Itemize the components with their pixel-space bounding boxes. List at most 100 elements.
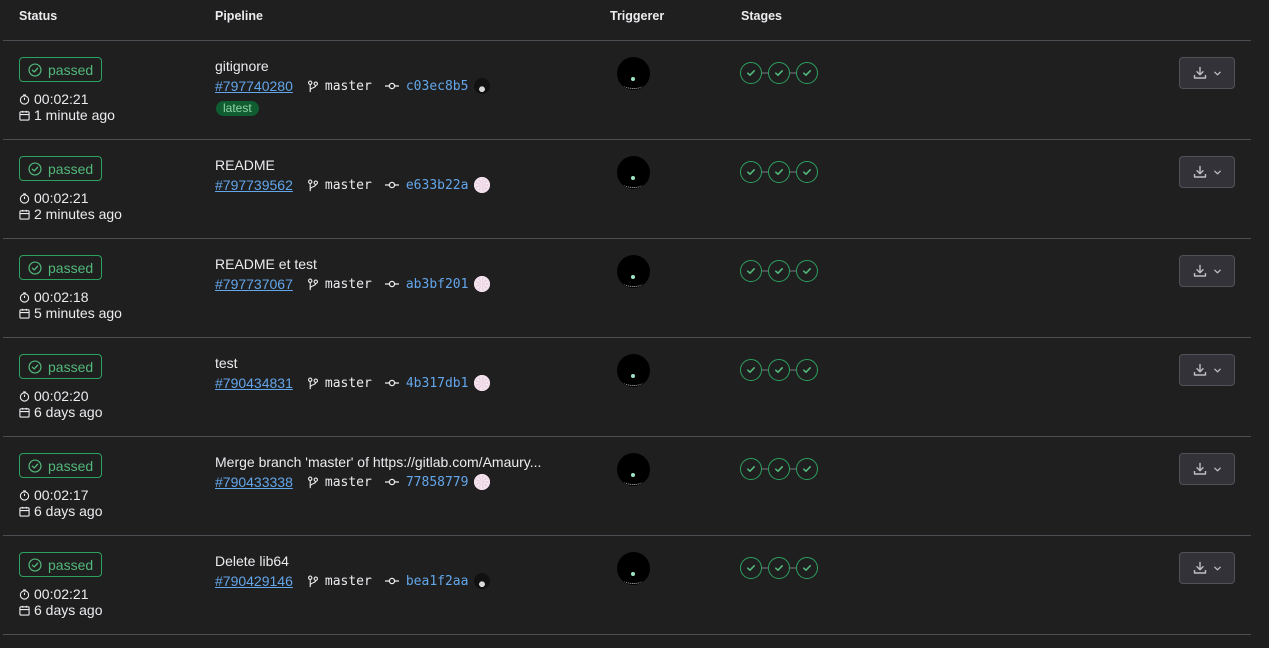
- stage-passed-icon[interactable]: [768, 557, 790, 579]
- triggerer-avatar[interactable]: [617, 552, 650, 585]
- finished-at: 6 days ago: [19, 503, 103, 519]
- calendar-icon: [19, 308, 30, 319]
- commit-title[interactable]: test: [215, 355, 238, 371]
- stage-passed-icon[interactable]: [740, 557, 762, 579]
- pipeline-id-link[interactable]: #790433338: [215, 474, 293, 490]
- commit-author-avatar[interactable]: [474, 573, 491, 589]
- pipeline-id-link[interactable]: #790429146: [215, 573, 293, 589]
- commit-sha-link[interactable]: 4b317db1: [406, 376, 469, 391]
- stage-passed-icon[interactable]: [796, 260, 818, 282]
- duration: 00:02:18: [19, 289, 89, 305]
- branch-icon: [307, 377, 318, 389]
- timer-icon: [19, 489, 30, 501]
- duration: 00:02:20: [19, 388, 89, 404]
- stage-passed-icon[interactable]: [768, 62, 790, 84]
- download-artifacts-button[interactable]: [1179, 552, 1235, 584]
- stage-passed-icon[interactable]: [768, 359, 790, 381]
- pipeline-id-link[interactable]: #790434831: [215, 375, 293, 391]
- stage-passed-icon[interactable]: [740, 260, 762, 282]
- duration-value: 00:02:20: [34, 388, 89, 404]
- branch-name[interactable]: master: [325, 475, 372, 490]
- download-icon: [1193, 165, 1206, 178]
- triggerer-avatar[interactable]: [617, 57, 650, 90]
- commit-icon: [384, 379, 399, 387]
- status-badge[interactable]: passed: [19, 255, 102, 280]
- commit-author-avatar[interactable]: [474, 177, 491, 193]
- commit-sha-link[interactable]: c03ec8b5: [406, 79, 469, 94]
- branch-name[interactable]: master: [325, 277, 372, 292]
- branch-name[interactable]: master: [325, 178, 372, 193]
- finished-at: 2 minutes ago: [19, 206, 122, 222]
- status-label: passed: [48, 259, 94, 276]
- commit-author-avatar[interactable]: [474, 474, 491, 490]
- pipeline-info: #790434831 master 4b317db1: [215, 375, 491, 391]
- stage-passed-icon[interactable]: [768, 161, 790, 183]
- commit-title[interactable]: README: [215, 157, 275, 173]
- branch-name[interactable]: master: [325, 79, 372, 94]
- download-artifacts-button[interactable]: [1179, 255, 1235, 287]
- branch-icon: [307, 278, 318, 290]
- triggerer-avatar[interactable]: [617, 255, 650, 288]
- status-badge[interactable]: passed: [19, 57, 102, 82]
- download-artifacts-button[interactable]: [1179, 354, 1235, 386]
- commit-icon: [384, 181, 399, 189]
- commit-sha-link[interactable]: 77858779: [406, 475, 469, 490]
- branch-icon: [307, 575, 318, 587]
- commit-sha-link[interactable]: e633b22a: [406, 178, 469, 193]
- branch-name[interactable]: master: [325, 376, 372, 391]
- commit-author-avatar[interactable]: [474, 78, 491, 94]
- stages-mini-graph: [740, 161, 818, 183]
- duration-value: 00:02:18: [34, 289, 89, 305]
- triggerer-avatar[interactable]: [617, 453, 650, 486]
- commit-title[interactable]: gitignore: [215, 58, 269, 74]
- finished-value: 6 days ago: [34, 404, 103, 420]
- status-badge[interactable]: passed: [19, 156, 102, 181]
- pipeline-id-link[interactable]: #797739562: [215, 177, 293, 193]
- status-badge[interactable]: passed: [19, 453, 102, 478]
- commit-title[interactable]: Merge branch 'master' of https://gitlab.…: [215, 454, 541, 470]
- stage-passed-icon[interactable]: [768, 458, 790, 480]
- stage-passed-icon[interactable]: [740, 458, 762, 480]
- commit-title[interactable]: README et test: [215, 256, 317, 272]
- download-artifacts-button[interactable]: [1179, 453, 1235, 485]
- stage-passed-icon[interactable]: [796, 62, 818, 84]
- stage-passed-icon[interactable]: [796, 458, 818, 480]
- commit-icon: [384, 82, 399, 90]
- commit-sha-link[interactable]: bea1f2aa: [406, 574, 469, 589]
- finished-value: 6 days ago: [34, 503, 103, 519]
- header-status: Status: [19, 9, 58, 23]
- check-circle-icon: [28, 359, 42, 374]
- status-badge[interactable]: passed: [19, 552, 102, 577]
- commit-sha-link[interactable]: ab3bf201: [406, 277, 469, 292]
- pipeline-info: #790433338 master 77858779: [215, 474, 491, 490]
- finished-value: 2 minutes ago: [34, 206, 122, 222]
- commit-title[interactable]: Delete lib64: [215, 553, 289, 569]
- commit-author-avatar[interactable]: [474, 375, 491, 391]
- download-artifacts-button[interactable]: [1179, 57, 1235, 89]
- stages-mini-graph: [740, 62, 818, 84]
- branch-name[interactable]: master: [325, 574, 372, 589]
- stage-passed-icon[interactable]: [740, 62, 762, 84]
- stage-passed-icon[interactable]: [796, 557, 818, 579]
- commit-author-avatar[interactable]: [474, 276, 491, 292]
- header-stages: Stages: [741, 9, 782, 23]
- pipeline-id-link[interactable]: #797737067: [215, 276, 293, 292]
- status-badge[interactable]: passed: [19, 354, 102, 379]
- check-circle-icon: [28, 557, 42, 572]
- stage-passed-icon[interactable]: [740, 161, 762, 183]
- triggerer-avatar[interactable]: [617, 354, 650, 387]
- commit-icon: [384, 280, 399, 288]
- check-circle-icon: [28, 458, 42, 473]
- stage-passed-icon[interactable]: [740, 359, 762, 381]
- pipeline-id-link[interactable]: #797740280: [215, 78, 293, 94]
- timer-icon: [19, 588, 30, 600]
- download-artifacts-button[interactable]: [1179, 156, 1235, 188]
- stage-passed-icon[interactable]: [796, 359, 818, 381]
- stage-passed-icon[interactable]: [796, 161, 818, 183]
- duration-value: 00:02:17: [34, 487, 89, 503]
- pipeline-row: passed 00:02:21 2 minutes ago README #79…: [3, 140, 1251, 239]
- finished-value: 6 days ago: [34, 602, 103, 618]
- stage-passed-icon[interactable]: [768, 260, 790, 282]
- timer-icon: [19, 390, 30, 402]
- triggerer-avatar[interactable]: [617, 156, 650, 189]
